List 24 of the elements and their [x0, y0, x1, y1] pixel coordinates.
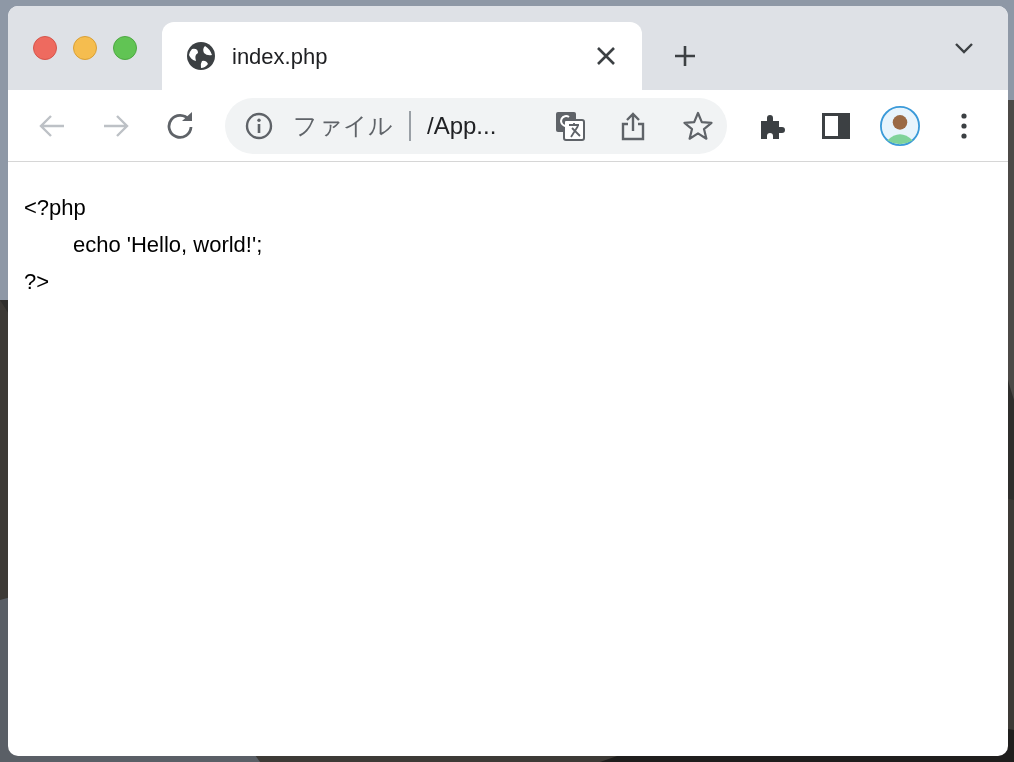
file-scheme-label: ファイル [293, 110, 393, 141]
url-text: /App... [427, 110, 497, 141]
tab-title: index.php [232, 42, 328, 71]
globe-icon [186, 41, 216, 71]
code-line: <?php [24, 194, 87, 222]
reload-icon [166, 111, 194, 140]
kebab-menu-icon [961, 112, 967, 139]
browser-tab[interactable]: index.php [162, 22, 642, 90]
plus-icon [673, 44, 697, 68]
chevron-down-icon [954, 42, 974, 54]
close-icon [597, 47, 615, 65]
share-icon[interactable] [621, 110, 645, 141]
code-line: echo 'Hello, world!'; [71, 231, 264, 259]
side-panel-icon [822, 112, 850, 139]
close-window-button[interactable] [33, 36, 57, 60]
back-arrow-icon [38, 113, 66, 138]
code-line: ?> [24, 268, 51, 296]
profile-button[interactable] [880, 105, 920, 146]
star-icon[interactable] [683, 110, 713, 141]
info-icon[interactable] [245, 111, 273, 140]
forward-arrow-icon [102, 113, 130, 138]
translate-icon[interactable] [555, 110, 585, 141]
address-bar[interactable]: ファイル /App... [225, 97, 727, 154]
avatar-icon [880, 103, 920, 148]
